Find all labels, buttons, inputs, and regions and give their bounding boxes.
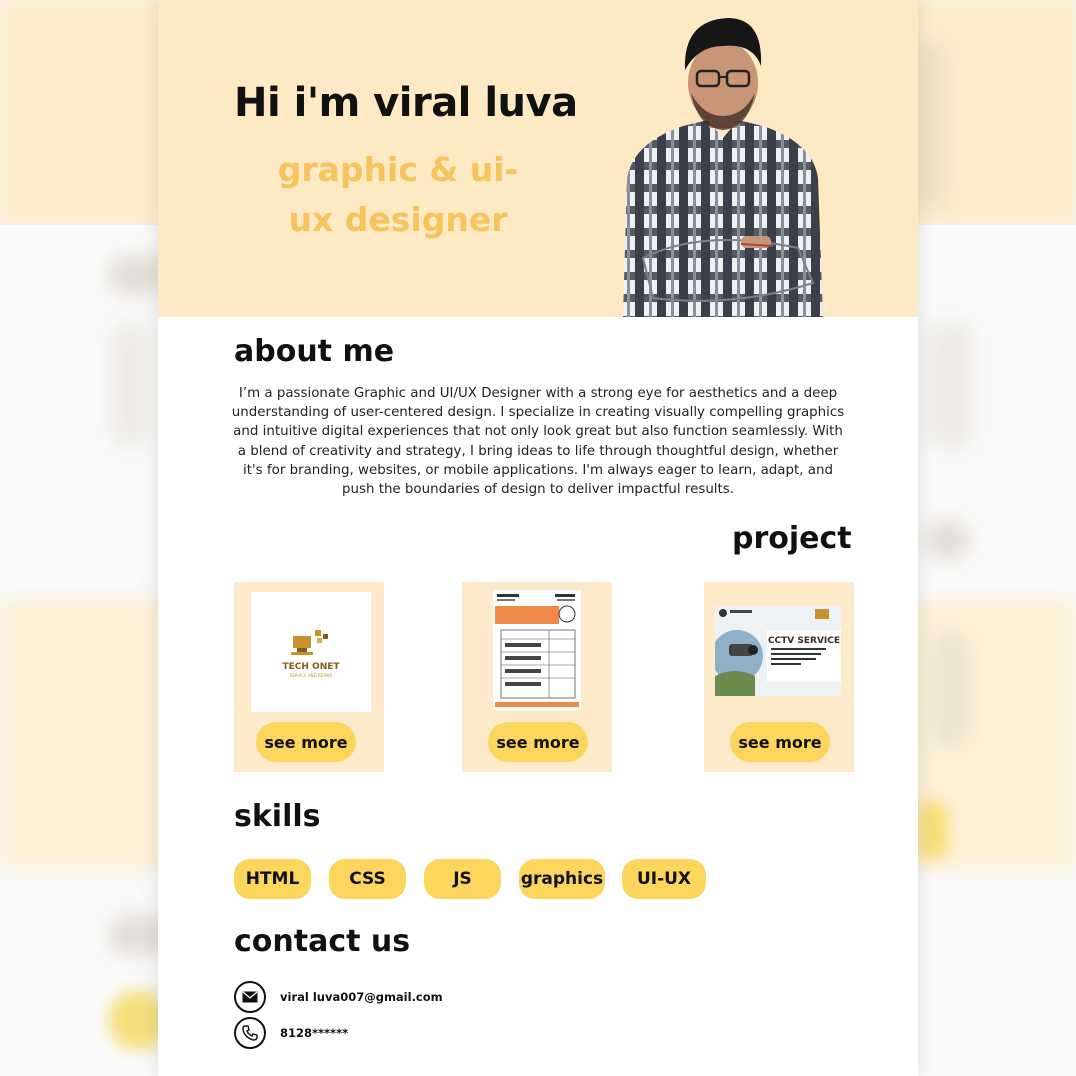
- see-more-button-2[interactable]: see more: [488, 722, 588, 762]
- contact-heading: contact us: [234, 924, 411, 959]
- skill-graphics: graphics: [519, 859, 605, 899]
- skill-css: CSS: [329, 859, 406, 899]
- project-3-banner-title: CCTV SERVICE: [767, 636, 841, 646]
- mail-icon: [234, 981, 266, 1013]
- price-flyer-image: [493, 590, 581, 710]
- hero-section: Hi i'm viral luva graphic & ui-ux design…: [158, 0, 918, 317]
- phone-icon: [234, 1017, 266, 1049]
- see-more-button-1[interactable]: see more: [256, 722, 356, 762]
- about-text: I’m a passionate Graphic and UI/UX Desig…: [231, 386, 845, 498]
- skill-html: HTML: [234, 859, 311, 899]
- project-card-2: see more: [462, 582, 612, 772]
- project-card-1: TECH ONET SERVICE AND REPAIR see more: [234, 582, 384, 772]
- contact-email: viral luva007@gmail.com: [280, 990, 443, 1004]
- project-card-3: CCTV SERVICE see more: [704, 582, 854, 772]
- hero-subtitle: graphic & ui-ux designer: [277, 150, 519, 239]
- project-1-logo-title: TECH ONET: [282, 662, 340, 672]
- project-thumbnail-1[interactable]: TECH ONET SERVICE AND REPAIR: [251, 592, 371, 712]
- skill-ui-ux: UI-UX: [622, 859, 706, 899]
- project-thumbnail-3[interactable]: CCTV SERVICE: [715, 606, 841, 696]
- skill-js: JS: [424, 859, 501, 899]
- hero-title: Hi i'm viral luva: [234, 80, 578, 126]
- profile-photo: [623, 18, 823, 317]
- contact-email-row[interactable]: viral luva007@gmail.com: [234, 981, 443, 1013]
- tech-onet-logo-icon: [291, 630, 328, 655]
- contact-phone: 8128******: [280, 1026, 349, 1040]
- project-thumbnail-2[interactable]: [493, 590, 581, 710]
- project-1-logo-tag: SERVICE AND REPAIR: [289, 673, 333, 678]
- see-more-button-3[interactable]: see more: [730, 722, 830, 762]
- cctv-flyer-image: [715, 606, 841, 696]
- contact-phone-row[interactable]: 8128******: [234, 1017, 348, 1049]
- skills-heading: skills: [234, 799, 321, 834]
- project-heading: project: [732, 521, 852, 556]
- portfolio-page: Hi i'm viral luva graphic & ui-ux design…: [158, 0, 918, 1076]
- about-heading: about me: [234, 334, 395, 369]
